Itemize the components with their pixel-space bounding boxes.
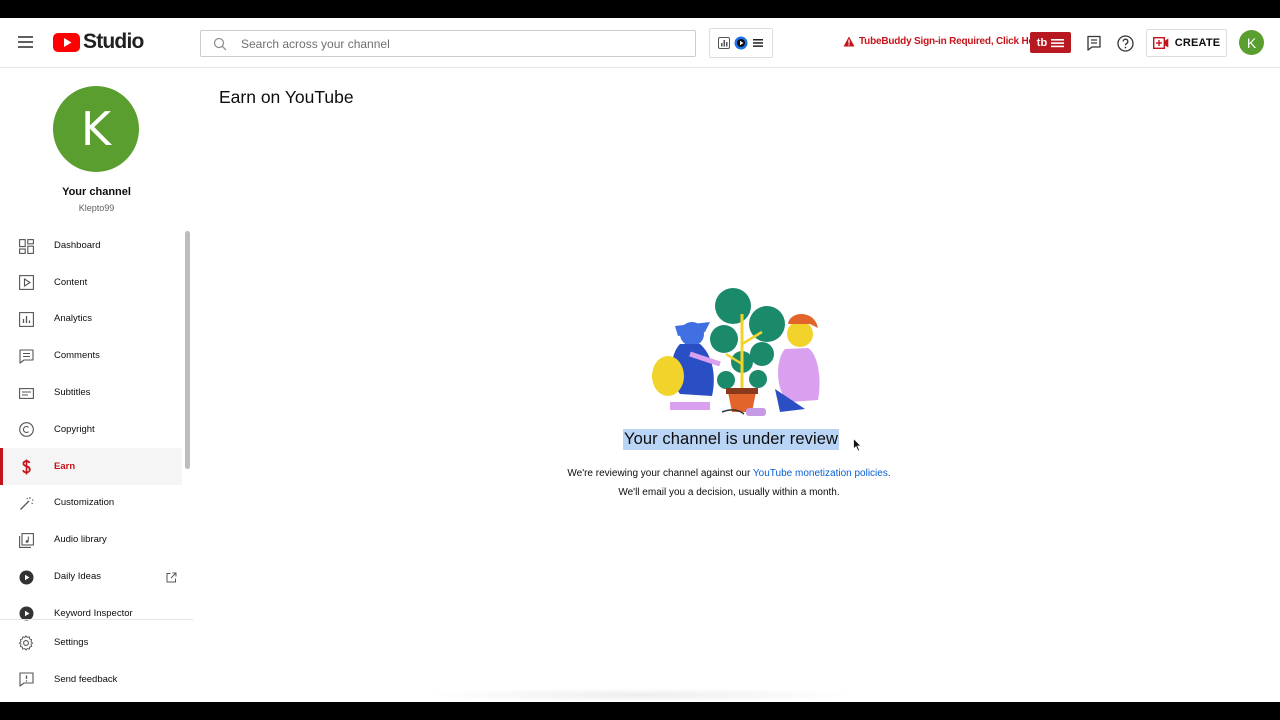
sidebar-item-audio-library[interactable]: Audio library bbox=[0, 521, 182, 558]
tubebuddy-extension-icon[interactable] bbox=[734, 36, 748, 50]
account-avatar[interactable]: K bbox=[1239, 30, 1264, 55]
sidebar-item-comments[interactable]: Comments bbox=[0, 337, 182, 374]
content-icon bbox=[18, 275, 34, 291]
create-video-icon bbox=[1152, 37, 1168, 49]
sidebar-item-content[interactable]: Content bbox=[0, 264, 182, 301]
sidebar-item-settings[interactable]: Settings bbox=[0, 624, 182, 661]
warning-icon bbox=[843, 36, 855, 47]
active-indicator bbox=[0, 447, 3, 485]
create-button[interactable]: CREATE bbox=[1146, 29, 1227, 57]
tubebuddy-signin-warning[interactable]: TubeBuddy Sign-in Required, Click Here bbox=[843, 36, 1043, 47]
sidebar-item-subtitles[interactable]: Subtitles bbox=[0, 374, 182, 411]
sidebar-item-analytics[interactable]: Analytics bbox=[0, 301, 182, 338]
sidebar: K Your channel Klepto99 Dashboard Conten… bbox=[0, 69, 193, 702]
mouse-cursor-icon bbox=[853, 438, 862, 452]
gear-icon bbox=[18, 635, 34, 651]
help-icon[interactable] bbox=[1115, 33, 1135, 53]
monetization-policies-link[interactable]: YouTube monetization policies bbox=[753, 468, 888, 479]
studio-logo[interactable]: Studio bbox=[53, 30, 144, 54]
review-description-period: . bbox=[887, 468, 891, 479]
dashboard-icon bbox=[18, 238, 34, 254]
sidebar-item-label: Audio library bbox=[54, 534, 107, 546]
tubebuddy-warning-text: TubeBuddy Sign-in Required, Click Here bbox=[859, 36, 1043, 47]
review-description-line2: We'll email you a decision, usually with… bbox=[618, 487, 840, 498]
list-extension-icon[interactable] bbox=[751, 36, 765, 50]
sidebar-item-customization[interactable]: Customization bbox=[0, 485, 182, 522]
copyright-icon bbox=[18, 422, 34, 438]
studio-app: Studio TubeBuddy Sign-in Required, Click… bbox=[0, 18, 1280, 702]
bottom-shadow bbox=[420, 688, 860, 702]
stats-extension-icon[interactable] bbox=[717, 36, 731, 50]
menu-lines-icon bbox=[1051, 38, 1065, 47]
sidebar-item-label: Dashboard bbox=[54, 239, 101, 251]
sidebar-item-earn[interactable]: Earn bbox=[0, 447, 182, 485]
youtube-logo-icon bbox=[53, 32, 80, 52]
extensions-toolbar bbox=[709, 28, 773, 58]
sidebar-item-label: Copyright bbox=[54, 423, 95, 435]
sidebar-item-daily-ideas[interactable]: Daily Ideas bbox=[0, 558, 182, 595]
review-title: Your channel is under review bbox=[623, 429, 840, 450]
tubebuddy-menu-button[interactable]: tb bbox=[1030, 32, 1071, 53]
audio-library-icon bbox=[18, 532, 34, 548]
sidebar-item-dashboard[interactable]: Dashboard bbox=[0, 227, 182, 264]
top-header: Studio TubeBuddy Sign-in Required, Click… bbox=[0, 18, 1280, 68]
dollar-icon bbox=[18, 459, 34, 475]
sidebar-item-label: Earn bbox=[54, 460, 76, 472]
menu-icon[interactable] bbox=[16, 32, 36, 52]
sidebar-item-label: Daily Ideas bbox=[54, 571, 101, 583]
sidebar-item-label: Content bbox=[54, 276, 88, 288]
review-description-text: We're reviewing your channel against our bbox=[567, 468, 751, 479]
page-title: Earn on YouTube bbox=[219, 87, 354, 107]
sidebar-bottom-nav: Settings Send feedback bbox=[0, 624, 182, 698]
search-input[interactable] bbox=[241, 36, 661, 51]
channel-title: Your channel bbox=[62, 186, 131, 198]
sidebar-item-label: Comments bbox=[54, 350, 100, 362]
search-icon bbox=[213, 37, 227, 50]
monetization-review-illustration bbox=[652, 288, 820, 416]
sidebar-divider bbox=[0, 619, 193, 620]
sidebar-item-label: Customization bbox=[54, 497, 115, 509]
messages-icon[interactable] bbox=[1084, 33, 1104, 53]
sidebar-scrollbar[interactable] bbox=[185, 231, 190, 469]
sidebar-item-send-feedback[interactable]: Send feedback bbox=[0, 661, 182, 698]
channel-avatar[interactable]: K bbox=[53, 86, 139, 172]
review-description: We're reviewing your channel against our… bbox=[480, 468, 978, 479]
subtitles-icon bbox=[18, 385, 34, 401]
comments-icon bbox=[18, 348, 34, 364]
sidebar-item-label: Keyword Inspector bbox=[54, 607, 133, 619]
search-box[interactable] bbox=[200, 30, 696, 57]
channel-handle: Klepto99 bbox=[78, 203, 115, 213]
sidebar-item-copyright[interactable]: Copyright bbox=[0, 411, 182, 448]
tubebuddy-badge: tb bbox=[1036, 36, 1048, 49]
sidebar-item-label: Settings bbox=[54, 636, 89, 648]
analytics-icon bbox=[18, 312, 34, 328]
sidebar-nav: Dashboard Content Analytics Comments Sub… bbox=[0, 227, 182, 632]
tubebuddy-icon bbox=[18, 569, 34, 585]
sidebar-item-label: Subtitles bbox=[54, 387, 91, 399]
sidebar-item-label: Send feedback bbox=[54, 673, 118, 685]
sidebar-item-label: Analytics bbox=[54, 313, 93, 325]
feedback-icon bbox=[18, 672, 34, 688]
create-label: CREATE bbox=[1174, 37, 1221, 49]
external-link-icon[interactable] bbox=[166, 570, 177, 588]
logo-text: Studio bbox=[83, 30, 144, 53]
magic-wand-icon bbox=[18, 496, 34, 512]
